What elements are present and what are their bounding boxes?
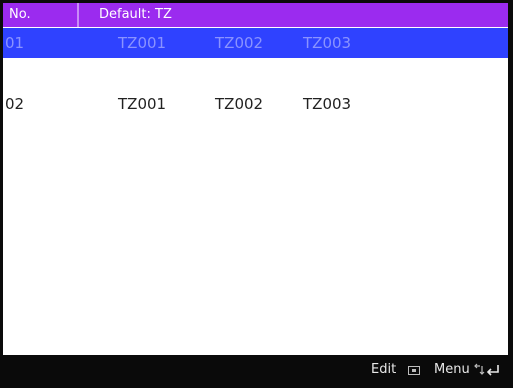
edit-softkey-label[interactable]: Edit — [371, 355, 396, 385]
timezone-2: TZ002 — [215, 95, 264, 113]
table-header: No. Default: TZ — [3, 3, 508, 27]
arrow-enter-icon — [474, 363, 499, 376]
timezone-1: TZ001 — [118, 34, 167, 52]
row-number: 01 — [5, 34, 25, 52]
timezone-2: TZ002 — [215, 34, 264, 52]
menu-softkey-label[interactable]: Menu — [434, 355, 470, 385]
timezone-1: TZ001 — [118, 95, 167, 113]
column-header-timezone: Default: TZ — [99, 7, 172, 22]
table-row-selected[interactable]: 01 TZ001 TZ002 TZ003 — [3, 28, 508, 58]
column-header-no: No. — [3, 3, 79, 27]
row-number: 02 — [5, 95, 25, 113]
timezone-3: TZ003 — [303, 34, 352, 52]
table-row[interactable]: 02 TZ001 TZ002 TZ003 — [3, 89, 508, 119]
device-screen: No. Default: TZ 01 TZ001 TZ002 TZ003 02 … — [0, 0, 513, 388]
timezone-3: TZ003 — [303, 95, 352, 113]
ok-key-icon — [408, 366, 420, 375]
softkey-bar: Edit Menu — [3, 355, 508, 385]
